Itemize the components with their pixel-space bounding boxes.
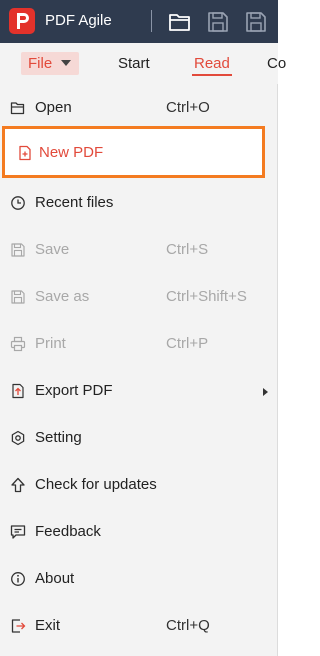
save-as-icon[interactable] xyxy=(243,9,269,35)
tab-start[interactable]: Start xyxy=(118,55,150,72)
print-icon xyxy=(10,336,26,352)
open-folder-icon[interactable] xyxy=(167,9,193,35)
menu-item-label: New PDF xyxy=(39,144,104,161)
menu-item-check-for-updates[interactable]: Check for updates xyxy=(0,462,278,509)
ribbon-tab-bar: File Start Read Co xyxy=(0,43,286,84)
exit-icon xyxy=(10,618,26,634)
menu-item-save-as[interactable]: Save as Ctrl+Shift+S xyxy=(0,274,278,321)
menu-item-print[interactable]: Print Ctrl+P xyxy=(0,321,278,368)
menu-item-label: Export PDF xyxy=(35,382,113,399)
clock-icon xyxy=(10,195,26,211)
menu-item-label: Recent files xyxy=(35,194,114,211)
export-icon xyxy=(10,383,26,399)
file-menu: Open Ctrl+O New PDF Recent files Save Ct… xyxy=(0,84,278,656)
menu-item-recent-files[interactable]: Recent files xyxy=(0,180,278,227)
menu-item-new-pdf[interactable]: New PDF xyxy=(2,126,265,178)
open-icon xyxy=(10,100,26,116)
menu-item-shortcut: Ctrl+S xyxy=(166,241,209,258)
menu-item-label: Save xyxy=(35,241,70,258)
save-as-icon xyxy=(10,289,26,305)
tab-partial[interactable]: Co xyxy=(267,55,286,72)
update-arrow-icon xyxy=(10,477,26,493)
menu-item-label: Check for updates xyxy=(35,476,157,493)
tab-file-label: File xyxy=(28,55,53,72)
menu-item-save[interactable]: Save Ctrl+S xyxy=(0,227,278,274)
menu-item-label: Save as xyxy=(35,288,90,305)
menu-item-label: Exit xyxy=(35,617,61,634)
menu-item-export-pdf[interactable]: Export PDF xyxy=(0,368,278,415)
chevron-right-icon xyxy=(263,388,268,396)
menu-item-about[interactable]: About xyxy=(0,556,278,603)
toolbar-divider xyxy=(151,10,152,32)
app-logo-icon xyxy=(9,8,35,34)
menu-item-label: Feedback xyxy=(35,523,101,540)
menu-item-feedback[interactable]: Feedback xyxy=(0,509,278,556)
menu-item-open[interactable]: Open Ctrl+O xyxy=(0,85,278,132)
info-icon xyxy=(10,571,26,587)
menu-item-label: Open xyxy=(35,99,72,116)
tab-read-underline xyxy=(192,74,232,76)
save-icon xyxy=(10,242,26,258)
title-bar: PDF Agile xyxy=(0,0,278,43)
menu-item-shortcut: Ctrl+Q xyxy=(166,617,210,634)
menu-item-shortcut: Ctrl+O xyxy=(166,99,210,116)
gear-icon xyxy=(10,430,26,446)
menu-item-exit[interactable]: Exit Ctrl+Q xyxy=(0,603,278,650)
menu-item-shortcut: Ctrl+Shift+S xyxy=(166,288,247,305)
new-pdf-icon xyxy=(17,145,33,161)
save-icon[interactable] xyxy=(205,9,231,35)
tab-file[interactable]: File xyxy=(21,52,79,75)
tab-read[interactable]: Read xyxy=(194,55,230,72)
menu-item-label: Setting xyxy=(35,429,82,446)
app-title: PDF Agile xyxy=(45,12,112,29)
feedback-icon xyxy=(10,524,26,540)
menu-item-label: About xyxy=(35,570,75,587)
menu-item-shortcut: Ctrl+P xyxy=(166,335,209,352)
menu-item-label: Print xyxy=(35,335,66,352)
menu-item-setting[interactable]: Setting xyxy=(0,415,278,462)
chevron-down-icon xyxy=(61,60,71,66)
